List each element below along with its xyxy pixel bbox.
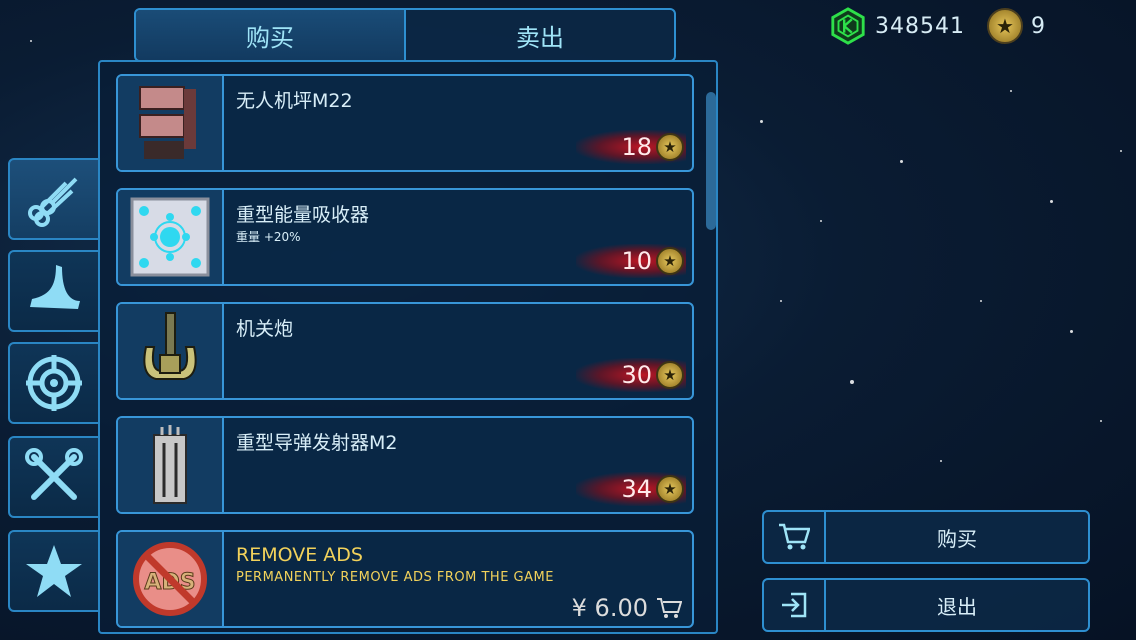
missile-launcher-icon — [153, 425, 187, 504]
energy-absorber-icon — [130, 197, 210, 277]
star-icon — [26, 545, 82, 597]
star-coin-icon: ★ — [656, 475, 684, 503]
buy-button[interactable]: 购买 — [762, 510, 1090, 564]
list-scrollbar[interactable] — [706, 92, 716, 230]
shop-tabs: 购买 卖出 — [134, 8, 676, 62]
item-name: 无人机坪M22 — [236, 90, 353, 112]
crosshair-icon — [26, 355, 82, 411]
star-coin-icon: ★ — [987, 8, 1023, 44]
category-pipes[interactable] — [8, 158, 100, 240]
category-wing[interactable] — [8, 250, 100, 332]
pipes-icon — [28, 177, 78, 227]
star-coin-icon: ★ — [656, 247, 684, 275]
item-price: 30 ★ — [576, 358, 686, 392]
stars-count: 9 — [1031, 13, 1046, 39]
exit-icon — [782, 592, 807, 618]
item-price: 34 ★ — [576, 472, 686, 506]
list-item-missile-launcher[interactable]: 重型导弹发射器M2 34 ★ — [116, 416, 694, 514]
gems-count: 348541 — [875, 13, 965, 39]
buy-button-label: 购买 — [937, 526, 977, 551]
item-price: 18 ★ — [576, 130, 686, 164]
category-tools[interactable] — [8, 436, 100, 518]
item-description: PERMANENTLY REMOVE ADS FROM THE GAME — [236, 570, 554, 585]
tab-sell[interactable]: 卖出 — [406, 10, 674, 60]
item-description: 重量 +20% — [236, 230, 301, 244]
item-name: 机关炮 — [236, 318, 294, 340]
item-name: 重型能量吸收器 — [236, 204, 370, 226]
cart-icon — [657, 598, 682, 618]
drone-pad-icon — [139, 86, 196, 159]
exit-button[interactable]: 退出 — [762, 578, 1090, 632]
no-ads-icon: ADS — [133, 542, 207, 616]
exit-button-label: 退出 — [937, 594, 977, 619]
item-name: REMOVE ADS — [236, 544, 363, 566]
star-coin-icon: ★ — [656, 133, 684, 161]
list-item-energy-absorber[interactable]: 重型能量吸收器 重量 +20% 10 ★ — [116, 188, 694, 286]
list-item-remove-ads[interactable]: ADS REMOVE ADS PERMANENTLY REMOVE ADS FR… — [116, 530, 694, 628]
list-item-drone-pad[interactable]: 无人机坪M22 18 ★ — [116, 74, 694, 172]
item-price: 10 ★ — [576, 244, 686, 278]
tools-icon — [25, 448, 83, 500]
item-price: ¥ 6.00 — [572, 592, 682, 624]
green-gem-icon — [831, 7, 865, 45]
list-item-autocannon[interactable]: 机关炮 30 ★ — [116, 302, 694, 400]
tab-buy[interactable]: 购买 — [136, 10, 406, 60]
category-favorites[interactable] — [8, 530, 100, 612]
category-weapons[interactable] — [8, 342, 100, 424]
wing-icon — [30, 265, 80, 309]
autocannon-icon — [143, 312, 197, 380]
currency-bar: 348541 ★ 9 — [829, 6, 1046, 46]
item-name: 重型导弹发射器M2 — [236, 432, 398, 454]
cart-icon — [779, 523, 810, 550]
star-coin-icon: ★ — [656, 361, 684, 389]
